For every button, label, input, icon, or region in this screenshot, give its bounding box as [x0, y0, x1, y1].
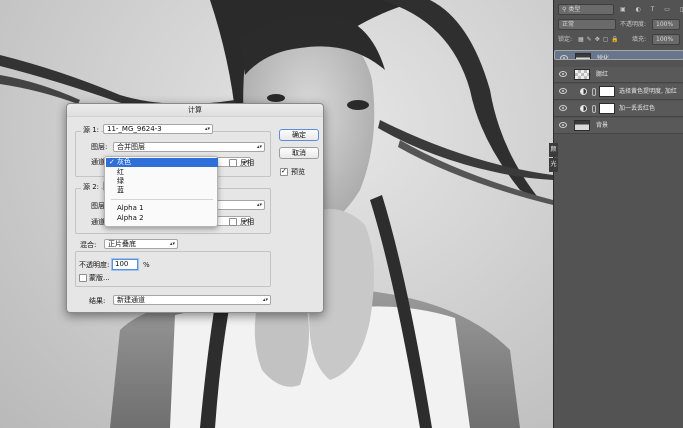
checkmark-icon: ✓ [109, 158, 115, 166]
blend-opacity-row: 正常 不透明度: 100% [554, 17, 683, 32]
layer-row-blush[interactable]: 腮红 [554, 67, 683, 83]
source1-label: 源 1: [81, 125, 102, 135]
lock-icons[interactable]: ▦✎✥▢🔒 [578, 34, 622, 45]
menu-item-red[interactable]: 红 [106, 168, 218, 177]
eye-icon[interactable] [559, 88, 567, 94]
adjustment-layer-icon [580, 88, 587, 95]
menu-item-blue[interactable]: 蓝 [106, 186, 218, 195]
lock-fill-row: 锁定: ▦✎✥▢🔒 填充: 100% [554, 32, 683, 47]
layer-name: 腮红 [596, 71, 609, 78]
blending-mode-select[interactable]: 正片叠底 ▴▾ [104, 239, 178, 249]
layer-name: 锐化 [597, 55, 610, 60]
result-label: 结果: [89, 297, 106, 305]
source1-layer-select[interactable]: 合并图层 ▴▾ [113, 142, 265, 152]
blending-label: 混合: [80, 241, 97, 249]
collapsed-panel-tab-1[interactable]: 颜 [549, 143, 558, 157]
opacity-unit: % [143, 261, 150, 269]
layer-row-add-red[interactable]: 加一丢丢红色 [554, 101, 683, 117]
layer-filter-row: ⚲ 类型 ▣ ◐ T ▭ ◨ [554, 2, 683, 17]
eye-icon[interactable] [560, 55, 568, 59]
result-select[interactable]: 新建通道 ▴▾ [113, 295, 271, 305]
chevron-updown-icon: ▴▾ [204, 126, 210, 132]
menu-item-gray[interactable]: ✓ 灰色 [106, 158, 218, 167]
opacity-label: 不透明度: [620, 21, 647, 28]
cancel-button[interactable]: 取消 [279, 147, 319, 159]
layer-thumbnail [575, 53, 591, 59]
opacity-label: 不透明度: [79, 261, 110, 269]
dialog-title: 计算 [67, 104, 323, 117]
source1-file-select[interactable]: 11-_MG_9624-3 ▴▾ [103, 124, 213, 134]
menu-item-alpha1[interactable]: Alpha 1 [106, 204, 218, 213]
channel-dropdown-menu: ✓ 灰色 红 绿 蓝 Alpha 1 Alpha 2 [104, 156, 218, 227]
menu-separator [111, 199, 213, 200]
fill-field[interactable]: 100% [652, 34, 680, 45]
chevron-updown-icon: ▴▾ [169, 241, 175, 247]
adjustment-layer-icon [580, 105, 587, 112]
mask-label[interactable]: 蒙版... [89, 273, 110, 283]
layer-filter-select[interactable]: ⚲ 类型 [558, 4, 614, 15]
mask-thumbnail [599, 86, 615, 97]
layers-panel: ⚲ 类型 ▣ ◐ T ▭ ◨ 正常 不透明度: 100% 锁定: ▦✎✥▢🔒 填… [553, 0, 683, 428]
layer-thumbnail [574, 120, 590, 131]
chevron-updown-icon: ▴▾ [262, 297, 268, 303]
filter-icons[interactable]: ▣ ◐ T ▭ ◨ [620, 4, 683, 15]
source1-invert-label: 反相 [240, 159, 254, 167]
chevron-updown-icon: ▴▾ [256, 202, 262, 208]
transparent-thumbnail [574, 69, 590, 80]
menu-item-green[interactable]: 绿 [106, 177, 218, 186]
ok-button[interactable]: 确定 [279, 129, 319, 141]
blend-mode-select[interactable]: 正常 [558, 19, 616, 30]
layer-name: 加一丢丢红色 [619, 105, 656, 112]
opacity-field[interactable]: 100% [652, 19, 680, 30]
layer-row-sharpen[interactable]: 锐化 [554, 50, 683, 60]
layer-row-selective-color[interactable]: 选择黄色提明度, 加红 [554, 84, 683, 100]
lock-label: 锁定: [558, 36, 573, 43]
layer-name: 背景 [596, 122, 609, 129]
menu-item-alpha2[interactable]: Alpha 2 [106, 214, 218, 223]
source1-invert-checkbox[interactable] [229, 159, 237, 167]
fill-label: 填充: [632, 36, 647, 43]
source1-layer-label: 图层: [91, 143, 108, 151]
source2-invert-label: 反相 [240, 218, 254, 226]
preview-checkbox[interactable] [280, 167, 288, 176]
eye-icon[interactable] [559, 105, 567, 111]
link-icon [592, 88, 596, 96]
preview-label: 预览 [291, 168, 305, 176]
source2-label: 源 2: [81, 182, 102, 192]
source2-invert-checkbox[interactable] [229, 218, 237, 226]
collapsed-panel-tab-2[interactable]: 光 [549, 158, 558, 172]
mask-checkbox[interactable] [79, 274, 87, 282]
link-icon [592, 105, 596, 113]
layer-name: 选择黄色提明度, 加红 [619, 88, 677, 95]
chevron-updown-icon: ▴▾ [256, 144, 262, 150]
opacity-input[interactable]: 100 [112, 259, 138, 270]
eye-icon[interactable] [559, 122, 567, 128]
mask-thumbnail [599, 103, 615, 114]
eye-icon[interactable] [559, 71, 567, 77]
layer-row-background[interactable]: 背景 [554, 118, 683, 134]
